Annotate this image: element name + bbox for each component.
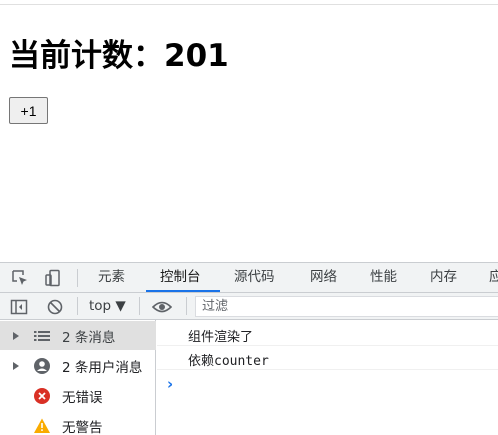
increment-button[interactable]: +1 <box>9 97 48 124</box>
tab-elements[interactable]: 元素 <box>98 263 125 292</box>
devtools-panel: 元素 控制台 源代码 网络 性能 内存 应 top ▼ 过滤 2 条消息 2 条… <box>0 262 498 435</box>
tab-performance[interactable]: 性能 <box>370 263 397 292</box>
expand-arrow-icon[interactable] <box>13 361 19 370</box>
console-message-text: 依赖counter <box>188 354 269 369</box>
sidebar-item-user-messages[interactable]: 2 条用户消息 <box>0 351 156 380</box>
console-sidebar: 2 条消息 2 条用户消息 无错误 无警告 <box>0 320 156 435</box>
toolbar-divider <box>77 297 78 315</box>
tab-sources[interactable]: 源代码 <box>234 263 275 292</box>
tabbar-divider <box>77 269 78 287</box>
warning-icon <box>33 417 51 435</box>
tab-memory[interactable]: 内存 <box>430 263 457 292</box>
tab-application[interactable]: 应 <box>489 263 498 292</box>
list-icon <box>33 327 51 345</box>
sidebar-item-label: 无错误 <box>62 389 103 406</box>
user-icon <box>33 357 51 375</box>
console-output: 组件渲染了 依赖counter › <box>157 320 498 435</box>
sidebar-item-warnings[interactable]: 无警告 <box>0 411 156 435</box>
console-message-text: 组件渲染了 <box>188 330 254 345</box>
console-prompt-icon[interactable]: › <box>167 375 173 393</box>
sidebar-item-errors[interactable]: 无错误 <box>0 381 156 410</box>
toolbar-divider <box>139 297 140 315</box>
inspect-element-icon[interactable] <box>9 267 31 289</box>
console-toolbar: top ▼ 过滤 <box>0 293 498 320</box>
devtools-tabbar: 元素 控制台 源代码 网络 性能 内存 应 <box>0 263 498 293</box>
error-icon <box>33 387 51 405</box>
context-selector[interactable]: top ▼ <box>89 297 126 316</box>
page-viewport: 当前计数：201 +1 <box>0 0 498 262</box>
sidebar-item-messages[interactable]: 2 条消息 <box>0 321 156 350</box>
clear-console-icon[interactable] <box>44 296 66 317</box>
eye-icon[interactable] <box>151 296 173 317</box>
counter-heading: 当前计数：201 <box>9 38 229 74</box>
filter-placeholder: 过滤 <box>202 299 229 314</box>
console-message[interactable]: 组件渲染了 <box>157 322 498 346</box>
sidebar-item-label: 2 条消息 <box>62 329 116 346</box>
active-tab-indicator <box>146 290 220 292</box>
browser-divider <box>0 4 498 5</box>
console-message[interactable]: 依赖counter <box>157 346 498 370</box>
tab-network[interactable]: 网络 <box>310 263 337 292</box>
toolbar-divider <box>186 297 187 315</box>
expand-arrow-icon[interactable] <box>13 331 19 340</box>
sidebar-item-label: 无警告 <box>62 419 103 435</box>
sidebar-toggle-icon[interactable] <box>8 296 30 317</box>
filter-input[interactable]: 过滤 <box>195 296 498 317</box>
tab-console[interactable]: 控制台 <box>160 263 201 292</box>
device-toolbar-icon[interactable] <box>42 267 64 289</box>
sidebar-item-label: 2 条用户消息 <box>62 359 143 376</box>
